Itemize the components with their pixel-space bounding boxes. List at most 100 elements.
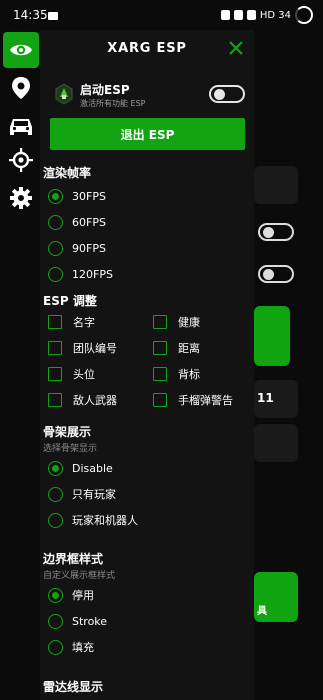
radio-button[interactable]: [48, 613, 63, 629]
fps-option-label: 60FPS: [72, 215, 106, 229]
checkbox[interactable]: [153, 393, 167, 407]
check-label: 背标: [178, 368, 200, 381]
box-option-stroke[interactable]: Stroke: [48, 611, 107, 631]
check-name[interactable]: 名字: [48, 313, 95, 331]
fps-option-label: 90FPS: [72, 241, 106, 255]
fps-title: 渲染帧率: [43, 166, 92, 180]
status-bar: 14:35 HD 34: [0, 0, 323, 30]
skeleton-title: 骨架展示: [43, 425, 92, 439]
radio-button[interactable]: [48, 188, 63, 204]
check-head-position[interactable]: 头位: [48, 365, 95, 383]
check-label: 距离: [178, 342, 200, 355]
esp-toggle-row: 启动ESP 激活所有功能 ESP: [47, 78, 247, 114]
skeleton-subtitle: 选择骨架显示: [43, 444, 98, 454]
battery-icon: [295, 6, 313, 24]
rail-car-button[interactable]: [3, 108, 39, 144]
eye-icon: [10, 44, 32, 56]
bg-tool-label: 具: [257, 606, 267, 617]
status-time: 14:35: [13, 8, 48, 22]
check-grenade-warning[interactable]: 手榴弹警告: [153, 391, 233, 409]
check-label: 团队编号: [73, 342, 117, 355]
radio-button[interactable]: [48, 486, 63, 502]
radio-button[interactable]: [48, 587, 63, 603]
alarm-icon: [220, 10, 230, 20]
checkbox[interactable]: [153, 367, 167, 381]
radar-title: 雷达线显示: [43, 680, 104, 694]
cell-signal-icon: [246, 10, 256, 20]
side-rail: [0, 30, 40, 700]
skeleton-option-disable[interactable]: Disable: [48, 458, 113, 478]
fps-option-90[interactable]: 90FPS: [48, 238, 106, 258]
car-icon: [10, 119, 32, 135]
crosshair-icon: [9, 148, 33, 172]
checkbox[interactable]: [48, 341, 62, 355]
check-enemy-weapon[interactable]: 敌人武器: [48, 391, 117, 409]
skeleton-option-players-bots[interactable]: 玩家和机器人: [48, 510, 138, 530]
rail-location-button[interactable]: [3, 70, 39, 106]
check-label: 敌人武器: [73, 394, 117, 407]
esp-enable-toggle[interactable]: [209, 85, 245, 103]
skeleton-option-label: 玩家和机器人: [72, 514, 138, 527]
bg-toggle-2: [258, 265, 294, 283]
check-label: 手榴弹警告: [178, 394, 233, 407]
check-team-number[interactable]: 团队编号: [48, 339, 117, 357]
bg-card-2: 11: [254, 380, 298, 418]
mail-icon: [48, 12, 58, 20]
radio-button[interactable]: [48, 214, 63, 230]
check-label: 健康: [178, 316, 200, 329]
wifi-icon: [233, 10, 243, 20]
box-option-label: 停用: [72, 589, 94, 602]
radio-button[interactable]: [48, 240, 63, 256]
check-health[interactable]: 健康: [153, 313, 200, 331]
close-icon: [229, 41, 243, 55]
radio-button[interactable]: [48, 266, 63, 282]
location-pin-icon: [12, 77, 30, 99]
bg-green-tool-button: 具: [254, 572, 298, 622]
signal-text: HD 34: [259, 9, 291, 21]
gear-icon: [10, 187, 32, 209]
close-button[interactable]: [224, 36, 248, 60]
esp-logo-icon: [55, 83, 73, 105]
bg-toggle-1: [258, 223, 294, 241]
box-option-fill[interactable]: 填充: [48, 637, 94, 657]
esp-name: 启动ESP: [80, 83, 130, 97]
status-icons: HD 34: [220, 6, 313, 24]
check-back-marker[interactable]: 背标: [153, 365, 200, 383]
checkbox[interactable]: [48, 315, 62, 329]
skeleton-option-label: Disable: [72, 461, 113, 475]
skeleton-option-players[interactable]: 只有玩家: [48, 484, 116, 504]
fps-option-60[interactable]: 60FPS: [48, 212, 106, 232]
rail-crosshair-button[interactable]: [3, 142, 39, 178]
fps-option-120[interactable]: 120FPS: [48, 264, 113, 284]
esp-subtitle: 激活所有功能 ESP: [80, 99, 146, 108]
box-option-label: 填充: [72, 641, 94, 654]
fps-option-label: 30FPS: [72, 189, 106, 203]
checkbox[interactable]: [48, 393, 62, 407]
toggle-knob: [214, 89, 225, 100]
fps-option-30[interactable]: 30FPS: [48, 186, 106, 206]
rail-eye-button[interactable]: [3, 32, 39, 68]
rail-settings-button[interactable]: [3, 180, 39, 216]
check-label: 头位: [73, 368, 95, 381]
checkbox[interactable]: [153, 315, 167, 329]
panel-header: XARG ESP: [40, 30, 254, 66]
radio-button[interactable]: [48, 512, 63, 528]
skeleton-option-label: 只有玩家: [72, 488, 116, 501]
bg-green-button: [254, 306, 290, 366]
esp-panel: XARG ESP 启动ESP 激活所有功能 ESP 退出 ESP 渲染帧率 30…: [40, 30, 254, 700]
box-option-label: Stroke: [72, 614, 108, 628]
bg-card-3: [254, 424, 298, 462]
radio-button[interactable]: [48, 639, 63, 655]
box-style-subtitle: 自定义展示框样式: [43, 571, 116, 581]
esp-adjust-title: ESP 调整: [43, 294, 97, 308]
radio-button[interactable]: [48, 460, 63, 476]
exit-esp-button[interactable]: 退出 ESP: [50, 118, 245, 150]
check-distance[interactable]: 距离: [153, 339, 200, 357]
bg-number: 11: [257, 391, 274, 405]
box-option-disable[interactable]: 停用: [48, 585, 94, 605]
box-style-title: 边界框样式: [43, 552, 104, 566]
fps-option-label: 120FPS: [72, 267, 113, 281]
bg-card-1: [254, 166, 298, 204]
checkbox[interactable]: [48, 367, 62, 381]
checkbox[interactable]: [153, 341, 167, 355]
